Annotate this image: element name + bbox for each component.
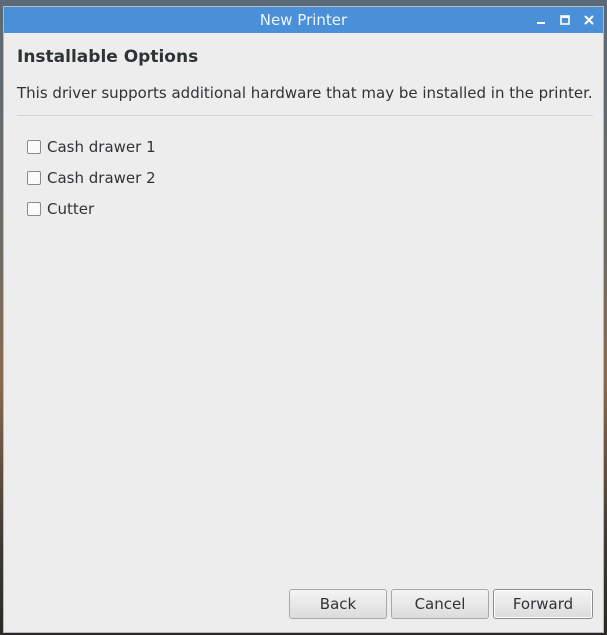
divider — [17, 115, 593, 116]
dialog-buttons: Back Cancel Forward — [289, 589, 593, 619]
cutter-label[interactable]: Cutter — [47, 200, 94, 218]
cash-drawer-2-checkbox[interactable] — [27, 170, 41, 185]
option-cutter[interactable]: Cutter — [27, 193, 156, 224]
close-icon — [584, 15, 594, 25]
minimize-icon — [537, 22, 545, 24]
installable-options-list: Cash drawer 1 Cash drawer 2 Cutter — [27, 131, 156, 224]
close-button[interactable] — [581, 12, 597, 28]
new-printer-window: New Printer Installable Options This dri… — [3, 6, 604, 633]
cash-drawer-1-label[interactable]: Cash drawer 1 — [47, 138, 156, 156]
forward-button[interactable]: Forward — [493, 589, 593, 619]
cancel-button[interactable]: Cancel — [391, 589, 489, 619]
maximize-icon — [560, 15, 570, 25]
page-heading: Installable Options — [17, 47, 199, 67]
cutter-checkbox[interactable] — [27, 201, 41, 216]
cash-drawer-1-checkbox[interactable] — [27, 139, 41, 154]
option-cash-drawer-2[interactable]: Cash drawer 2 — [27, 162, 156, 193]
title-bar[interactable]: New Printer — [4, 7, 603, 33]
dialog-content: Installable Options This driver supports… — [4, 33, 603, 632]
window-title: New Printer — [259, 11, 348, 29]
cash-drawer-2-label[interactable]: Cash drawer 2 — [47, 169, 156, 187]
page-description: This driver supports additional hardware… — [17, 84, 593, 102]
window-controls — [533, 7, 597, 33]
maximize-button[interactable] — [557, 12, 573, 28]
back-button[interactable]: Back — [289, 589, 387, 619]
option-cash-drawer-1[interactable]: Cash drawer 1 — [27, 131, 156, 162]
minimize-button[interactable] — [533, 12, 549, 28]
